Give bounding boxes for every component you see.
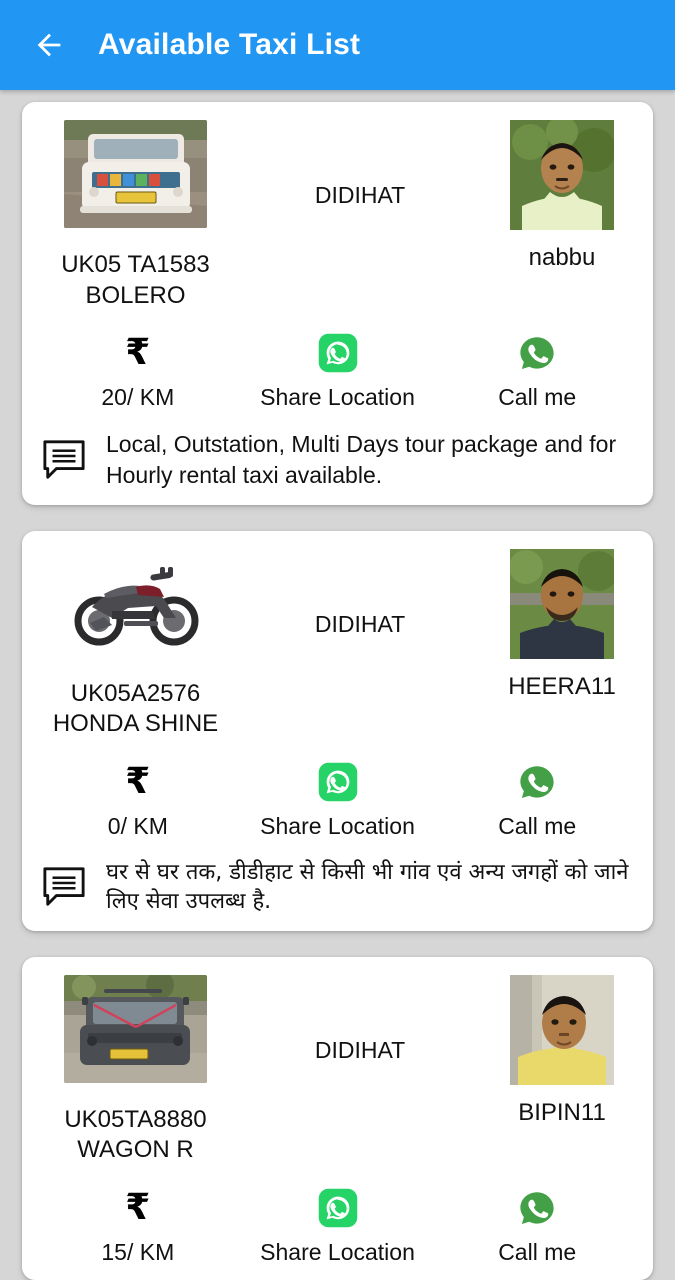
taxi-card-list[interactable]: UK05 TA1583 BOLERO DIDIHAT nabbu ₹ 20/ K… [0, 90, 675, 1280]
rate-label: 15/ KM [101, 1238, 175, 1265]
whatsapp-icon [317, 1186, 359, 1230]
taxi-list-screen: Available Taxi List UK05 TA1583 BOLERO D… [0, 0, 675, 1280]
city-column: DIDIHAT [233, 975, 487, 1064]
card-actions: ₹ 15/ KM Share Location Call me [38, 1186, 637, 1266]
vehicle-label: UK05A2576 HONDA SHINE [52, 679, 219, 738]
call-me-action[interactable]: Call me [437, 760, 637, 840]
message-icon [38, 865, 90, 909]
call-me-action[interactable]: Call me [437, 1186, 637, 1266]
share-location-label: Share Location [260, 384, 415, 411]
driver-column: BIPIN11 [487, 974, 637, 1127]
message-glyph [43, 440, 85, 479]
rupee-icon: ₹ [125, 1186, 150, 1230]
driver-portrait-heera11 [510, 548, 614, 659]
rupee-glyph: ₹ [125, 761, 151, 803]
vehicle-column: UK05A2576 HONDA SHINE [38, 548, 233, 740]
driver-photo[interactable] [510, 548, 614, 659]
taxi-card[interactable]: UK05 TA1583 BOLERO DIDIHAT nabbu ₹ 20/ K… [22, 102, 653, 505]
grey-honda-shine-motorcycle-photo [64, 548, 207, 657]
driver-portrait-nabbu [510, 120, 614, 230]
driver-name: nabbu [528, 244, 596, 271]
rupee-glyph: ₹ [125, 332, 151, 374]
page-title: Available Taxi List [98, 28, 361, 61]
call-me-action[interactable]: Call me [437, 331, 637, 411]
share-location-action[interactable]: Share Location [238, 1186, 438, 1266]
back-button[interactable] [26, 22, 72, 68]
share-location-label: Share Location [260, 813, 415, 840]
whatsapp-glyph [318, 762, 357, 802]
driver-column: HEERA11 [487, 548, 637, 701]
taxi-card[interactable]: UK05A2576 HONDA SHINE DIDIHAT HEERA11 ₹ … [22, 530, 653, 931]
card-top-row: UK05 TA1583 BOLERO DIDIHAT nabbu [38, 120, 637, 311]
driver-photo[interactable] [510, 120, 614, 230]
whatsapp-icon [317, 760, 359, 804]
rate-action[interactable]: ₹ 0/ KM [38, 760, 238, 840]
driver-name: BIPIN11 [518, 1098, 606, 1126]
whatsapp-glyph [318, 1188, 357, 1228]
rupee-icon: ₹ [125, 760, 150, 804]
rate-label: 20/ KM [101, 384, 175, 411]
share-location-action[interactable]: Share Location [238, 331, 438, 411]
description-text: घर से घर तक, डीडीहाट से किसी भी गांव एवं… [106, 860, 629, 915]
driver-photo[interactable] [510, 974, 614, 1085]
city-label: DIDIHAT [314, 182, 406, 208]
call-icon [516, 1186, 558, 1230]
vehicle-column: UK05 TA1583 BOLERO [38, 120, 233, 311]
vehicle-column: UK05TA8880 WAGON R [38, 974, 233, 1166]
call-me-label: Call me [498, 813, 577, 840]
share-location-label: Share Location [260, 1238, 415, 1265]
vehicle-label: UK05TA8880 WAGON R [64, 1105, 207, 1164]
message-glyph [43, 867, 85, 906]
card-top-row: UK05A2576 HONDA SHINE DIDIHAT HEERA11 [38, 548, 637, 740]
rupee-icon: ₹ [125, 331, 150, 375]
description-row: घर से घर तक, डीडीहाट से किसी भी गांव एवं… [38, 858, 637, 917]
phone-bubble-glyph [520, 1192, 554, 1224]
app-bar: Available Taxi List [0, 0, 675, 90]
vehicle-photo[interactable] [64, 120, 207, 228]
city-label: DIDIHAT [314, 610, 406, 637]
whatsapp-glyph [318, 334, 357, 373]
vehicle-photo[interactable] [64, 548, 207, 657]
rate-label: 0/ KM [107, 813, 168, 840]
driver-name: HEERA11 [508, 672, 616, 700]
phone-bubble-glyph [520, 337, 554, 370]
city-column: DIDIHAT [233, 120, 487, 209]
call-icon [516, 331, 558, 375]
rupee-glyph: ₹ [125, 1186, 151, 1228]
card-top-row: UK05TA8880 WAGON R DIDIHAT BIPIN11 [38, 974, 637, 1166]
driver-portrait-bipin11 [510, 974, 614, 1085]
vehicle-label: UK05 TA1583 BOLERO [61, 251, 210, 309]
rate-action[interactable]: ₹ 15/ KM [38, 1186, 238, 1266]
call-icon [516, 760, 558, 804]
card-actions: ₹ 0/ KM Share Location Call me [38, 760, 637, 840]
call-me-label: Call me [498, 384, 577, 411]
white-bolero-suv-photo [64, 120, 207, 228]
arrow-left-icon [37, 33, 61, 57]
message-icon [38, 438, 90, 482]
driver-column: nabbu [487, 120, 637, 272]
card-actions: ₹ 20/ KM Share Location Call me [38, 331, 637, 411]
grey-wagonr-car-photo [64, 974, 207, 1083]
city-column: DIDIHAT [233, 549, 487, 638]
taxi-card[interactable]: UK05TA8880 WAGON R DIDIHAT BIPIN11 ₹ 15/… [22, 956, 653, 1280]
call-me-label: Call me [498, 1238, 577, 1265]
rate-action[interactable]: ₹ 20/ KM [38, 331, 238, 411]
whatsapp-icon [317, 331, 359, 375]
share-location-action[interactable]: Share Location [238, 760, 438, 840]
description-text: Local, Outstation, Multi Days tour packa… [106, 431, 617, 489]
city-label: DIDIHAT [314, 1036, 406, 1063]
description-row: Local, Outstation, Multi Days tour packa… [38, 429, 637, 490]
vehicle-photo[interactable] [64, 974, 207, 1083]
phone-bubble-glyph [520, 766, 554, 799]
